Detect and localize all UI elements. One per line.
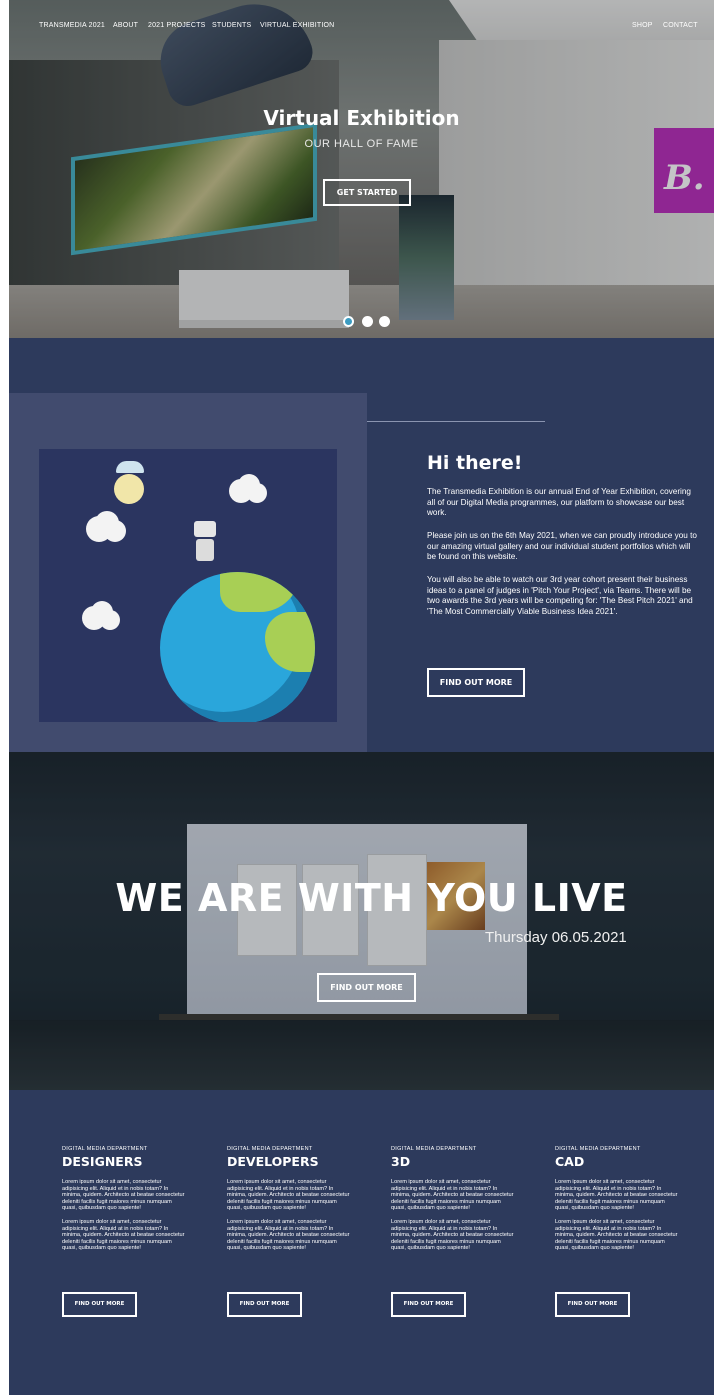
- department-paragraph: Lorem ipsum dolor sit amet, consectetur …: [227, 1179, 350, 1212]
- department-3d: DIGITAL MEDIA DEPARTMENT 3D Lorem ipsum …: [391, 1146, 531, 1252]
- globe-land: [265, 612, 315, 672]
- robot-body: [196, 539, 214, 561]
- department-kicker: DIGITAL MEDIA DEPARTMENT: [391, 1146, 477, 1152]
- hero-overlay: [9, 0, 714, 338]
- department-cad: DIGITAL MEDIA DEPARTMENT CAD Lorem ipsum…: [555, 1146, 695, 1252]
- nav-brand[interactable]: TRANSMEDIA 2021: [39, 22, 105, 29]
- intro-divider: [367, 421, 545, 422]
- live-section: [9, 752, 714, 1090]
- nav-item-2021-projects[interactable]: 2021 PROJECTS: [148, 22, 205, 29]
- nav-item-shop[interactable]: SHOP: [632, 22, 653, 29]
- department-paragraph: Lorem ipsum dolor sit amet, consectetur …: [391, 1179, 514, 1212]
- designers-find-out-more-button[interactable]: FIND OUT MORE: [62, 1292, 137, 1317]
- moon-hat-icon: [116, 461, 144, 473]
- department-paragraph: Lorem ipsum dolor sit amet, consectetur …: [555, 1179, 678, 1212]
- robot-icon: [194, 521, 218, 571]
- nav-item-students[interactable]: STUDENTS: [212, 22, 251, 29]
- department-kicker: DIGITAL MEDIA DEPARTMENT: [555, 1146, 641, 1152]
- top-navigation: TRANSMEDIA 2021 ABOUT 2021 PROJECTS STUD…: [9, 22, 714, 36]
- live-date: Thursday 06.05.2021: [485, 929, 627, 946]
- hero-subtitle: OUR HALL OF FAME: [304, 138, 419, 150]
- slide-indicator: [343, 316, 393, 330]
- live-title: WE ARE WITH YOU LIVE: [115, 876, 628, 920]
- cloud-icon: [86, 516, 112, 542]
- cad-find-out-more-button[interactable]: FIND OUT MORE: [555, 1292, 630, 1317]
- 3d-find-out-more-button[interactable]: FIND OUT MORE: [391, 1292, 466, 1317]
- department-name: 3D: [391, 1154, 411, 1169]
- live-find-out-more-button[interactable]: FIND OUT MORE: [317, 973, 416, 1002]
- hero-section: B. TRANSMEDIA 2021 ABOUT 2021 PROJECTS S…: [9, 0, 714, 338]
- department-kicker: DIGITAL MEDIA DEPARTMENT: [62, 1146, 148, 1152]
- department-name: CAD: [555, 1154, 585, 1169]
- intro-paragraph-3: You will also be able to watch our 3rd y…: [427, 575, 693, 616]
- live-overlay: [9, 752, 714, 1090]
- department-name: DEVELOPERS: [227, 1154, 319, 1169]
- slide-dot-1[interactable]: [343, 316, 354, 327]
- nav-item-virtual-exhibition[interactable]: VIRTUAL EXHIBITION: [260, 22, 334, 29]
- intro-find-out-more-button[interactable]: FIND OUT MORE: [427, 668, 525, 697]
- moon-icon: [114, 474, 144, 504]
- globe-land: [220, 572, 300, 612]
- department-paragraph: Lorem ipsum dolor sit amet, consectetur …: [391, 1218, 514, 1252]
- department-paragraph: Lorem ipsum dolor sit amet, consectetur …: [227, 1218, 350, 1252]
- intro-paragraph-1: The Transmedia Exhibition is our annual …: [427, 487, 691, 517]
- cloud-icon: [82, 606, 106, 630]
- nav-item-contact[interactable]: CONTACT: [663, 22, 698, 29]
- globe-illustration: [39, 449, 337, 722]
- cloud-icon: [229, 479, 253, 503]
- hero-title: Virtual Exhibition: [263, 106, 460, 130]
- department-paragraph: Lorem ipsum dolor sit amet, consectetur …: [62, 1179, 185, 1212]
- intro-paragraph-2: Please join us on the 6th May 2021, when…: [427, 531, 697, 561]
- page: B. TRANSMEDIA 2021 ABOUT 2021 PROJECTS S…: [9, 0, 714, 1395]
- department-kicker: DIGITAL MEDIA DEPARTMENT: [227, 1146, 313, 1152]
- department-paragraph: Lorem ipsum dolor sit amet, consectetur …: [62, 1218, 185, 1252]
- department-designers: DIGITAL MEDIA DEPARTMENT DESIGNERS Lorem…: [62, 1146, 202, 1252]
- nav-item-about[interactable]: ABOUT: [113, 22, 138, 29]
- slide-dot-2[interactable]: [362, 316, 373, 327]
- intro-title: Hi there!: [427, 452, 523, 474]
- slide-dot-3[interactable]: [379, 316, 390, 327]
- developers-find-out-more-button[interactable]: FIND OUT MORE: [227, 1292, 302, 1317]
- department-paragraph: Lorem ipsum dolor sit amet, consectetur …: [555, 1218, 678, 1252]
- globe-icon: [160, 572, 315, 722]
- department-developers: DIGITAL MEDIA DEPARTMENT DEVELOPERS Lore…: [227, 1146, 367, 1252]
- get-started-button[interactable]: GET STARTED: [323, 179, 411, 206]
- robot-head: [194, 521, 216, 537]
- department-name: DESIGNERS: [62, 1154, 143, 1169]
